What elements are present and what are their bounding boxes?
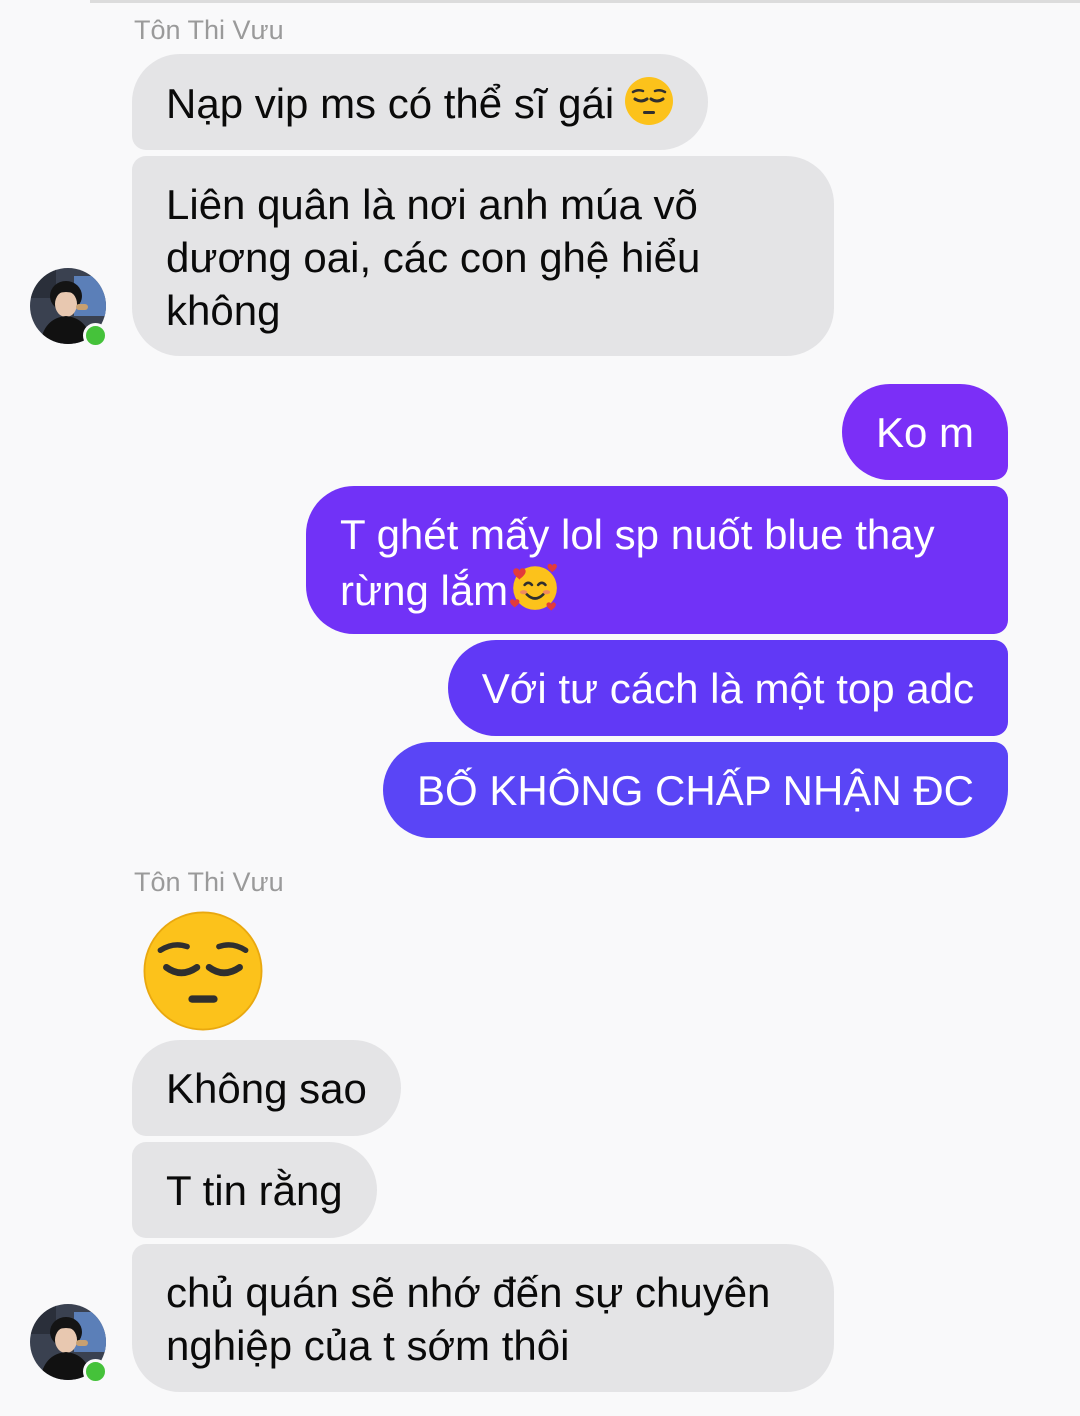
message-bubble-incoming[interactable]: T tin rằng xyxy=(132,1142,377,1238)
message-text-line: dương oai, các con ghệ hiểu xyxy=(166,234,701,281)
message-text: BỐ KHÔNG CHẤP NHẬN ĐC xyxy=(417,767,974,814)
message-bubble-outgoing[interactable]: Với tư cách là một top adc xyxy=(447,640,1008,736)
pensive-face-icon[interactable] xyxy=(142,910,264,1032)
avatar[interactable] xyxy=(30,1304,108,1384)
online-status-dot xyxy=(83,323,108,348)
message-bubble-outgoing[interactable]: Ko m xyxy=(841,384,1008,480)
avatar[interactable] xyxy=(30,268,108,348)
sender-name: Tôn Thi Vưu xyxy=(134,15,284,45)
online-status-dot xyxy=(83,1359,108,1384)
message-bubble-incoming[interactable]: Liên quân là nơi anh múa võ dương oai, c… xyxy=(132,156,834,356)
message-text-line: Liên quân là nơi anh múa võ xyxy=(166,181,698,228)
message-text-line: không xyxy=(166,287,281,334)
sender-name: Tôn Thi Vưu xyxy=(134,867,284,897)
message-bubble-outgoing[interactable]: BỐ KHÔNG CHẤP NHẬN ĐC xyxy=(383,742,1008,838)
message-bubble-incoming[interactable]: Không sao xyxy=(132,1040,401,1136)
message-text: Nạp vip ms có thể sĩ gái xyxy=(166,80,615,127)
message-text: Không sao xyxy=(166,1065,367,1112)
message-bubble-incoming[interactable]: chủ quán sẽ nhớ đến sự chuyên nghiệp của… xyxy=(132,1244,834,1392)
message-text: Với tư cách là một top adc xyxy=(481,665,974,712)
message-bubble-incoming[interactable]: Nạp vip ms có thể sĩ gái xyxy=(132,54,709,150)
message-text-line: nghiệp của t sớm thôi xyxy=(166,1322,570,1369)
top-divider xyxy=(90,0,1080,3)
message-text-line: chủ quán sẽ nhớ đến sự chuyên xyxy=(166,1269,771,1316)
message-text: T tin rằng xyxy=(166,1167,343,1214)
message-text-line: T ghét mấy lol sp nuốt blue thay xyxy=(340,511,935,558)
pensive-face-icon xyxy=(624,76,674,138)
smiling-face-with-hearts-icon xyxy=(508,561,560,625)
message-text-line: rừng lắm xyxy=(340,567,509,614)
message-bubble-outgoing[interactable]: T ghét mấy lol sp nuốt blue thay rừng lắ… xyxy=(306,486,1008,634)
message-text: Ko m xyxy=(875,409,974,456)
